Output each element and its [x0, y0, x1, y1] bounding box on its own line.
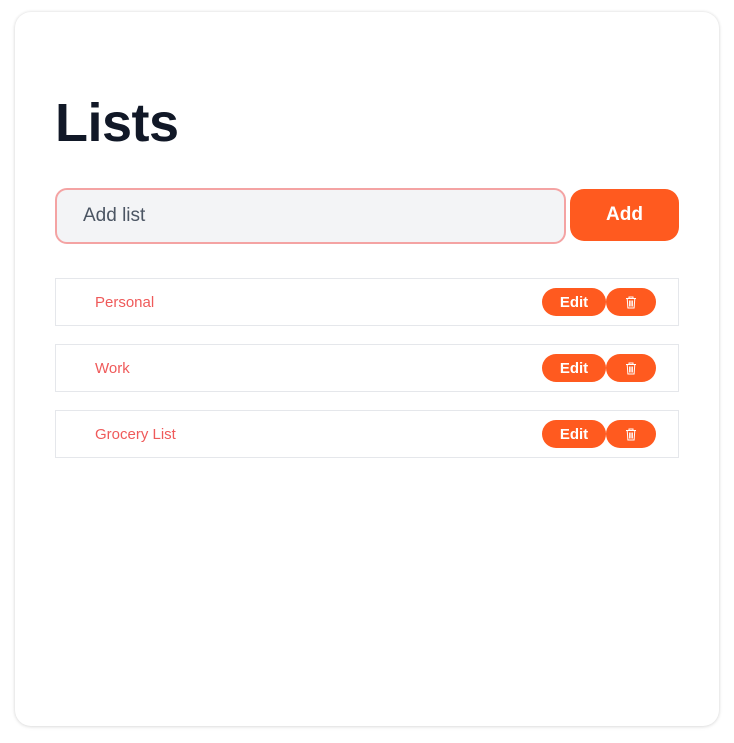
edit-button[interactable]: Edit	[542, 288, 606, 316]
lists-list: Personal Edit Work Edit Grocery List Edi…	[55, 278, 679, 476]
list-item-name[interactable]: Work	[95, 345, 130, 393]
delete-button[interactable]	[606, 288, 656, 316]
list-item-name[interactable]: Personal	[95, 279, 154, 327]
trash-icon	[625, 362, 637, 375]
list-item-name[interactable]: Grocery List	[95, 411, 176, 459]
page-title: Lists	[55, 93, 179, 153]
add-list-form: Add	[55, 188, 679, 244]
delete-button[interactable]	[606, 420, 656, 448]
delete-button[interactable]	[606, 354, 656, 382]
lists-card: Lists Add Personal Edit Work Edit	[15, 12, 719, 726]
edit-button[interactable]: Edit	[542, 354, 606, 382]
list-item: Work Edit	[55, 344, 679, 392]
list-item: Grocery List Edit	[55, 410, 679, 458]
edit-button[interactable]: Edit	[542, 420, 606, 448]
trash-icon	[625, 296, 637, 309]
add-list-input[interactable]	[55, 188, 566, 244]
list-item: Personal Edit	[55, 278, 679, 326]
add-list-button[interactable]: Add	[570, 189, 679, 241]
trash-icon	[625, 428, 637, 441]
